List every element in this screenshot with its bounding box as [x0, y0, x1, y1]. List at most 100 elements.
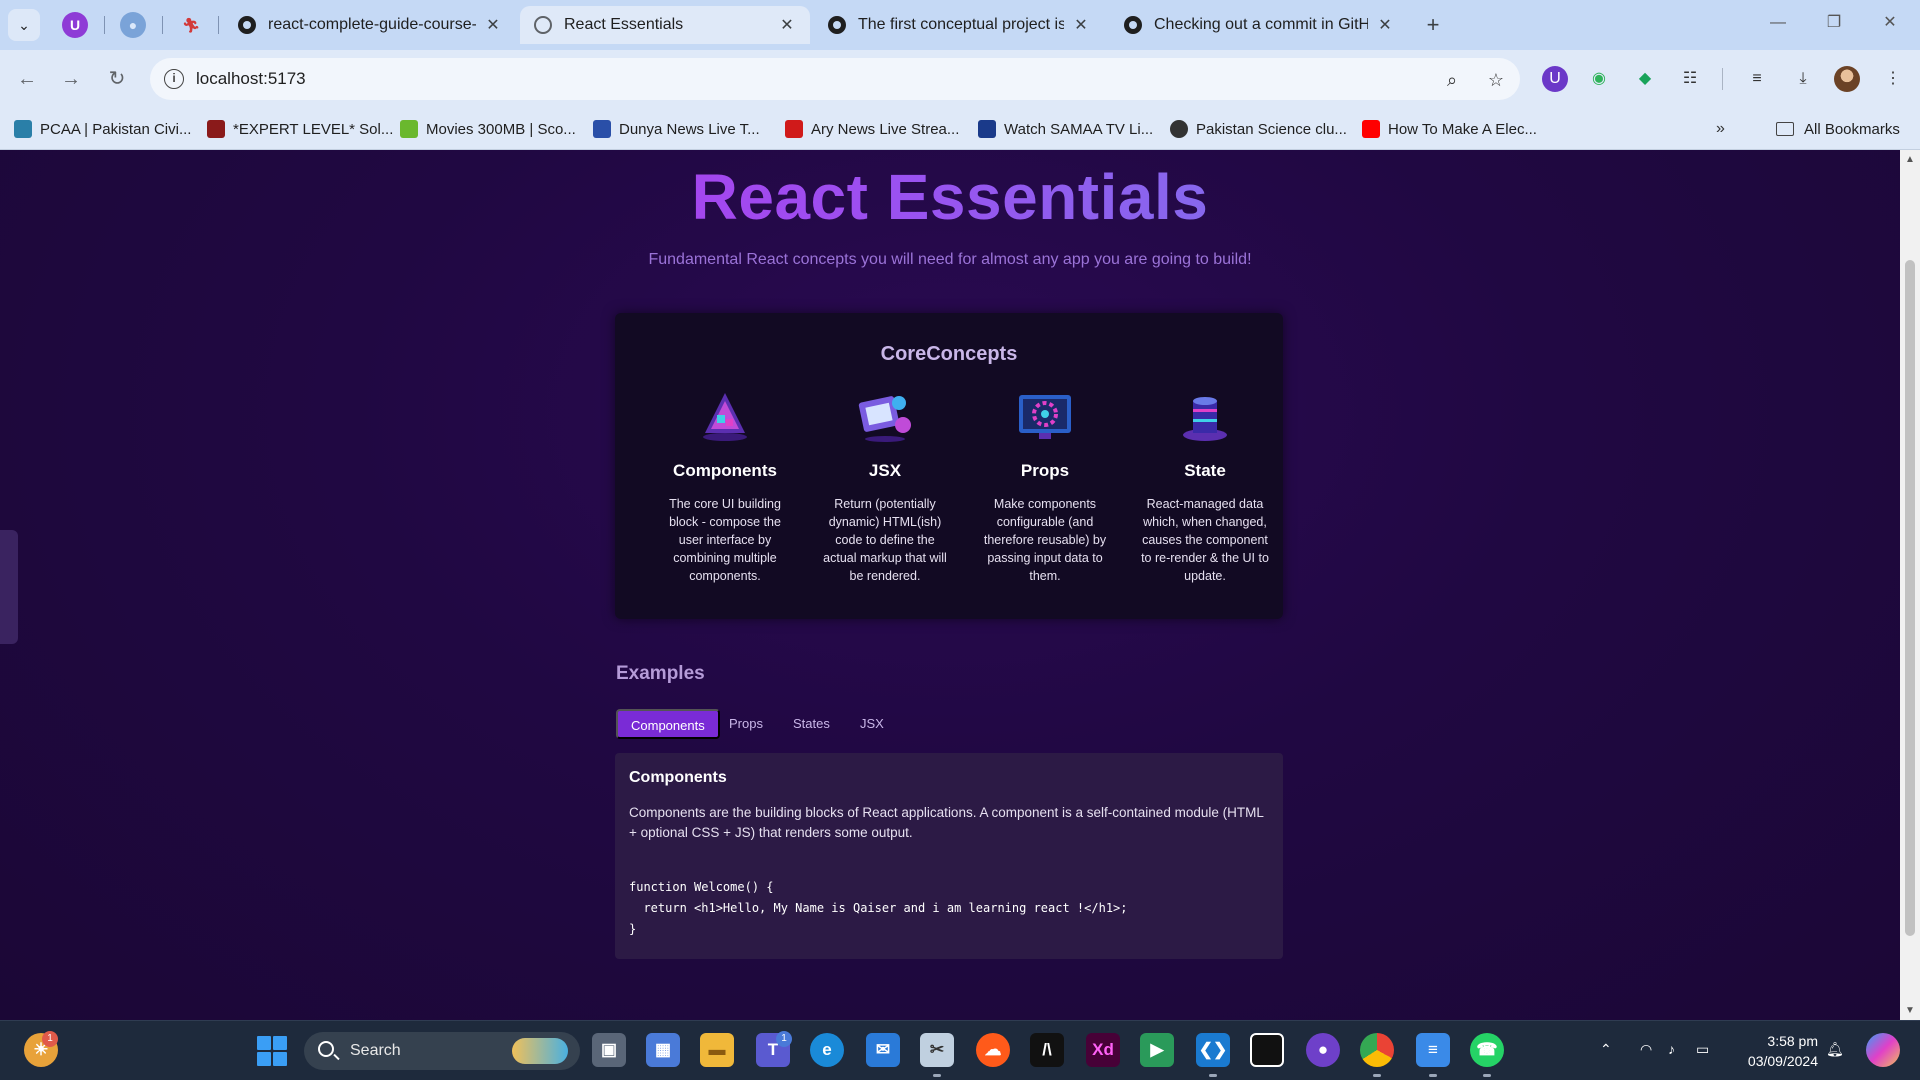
bookmark-movies[interactable]: Movies 300MB | Sco...	[400, 117, 576, 141]
restore-icon[interactable]: ❐	[1814, 8, 1854, 38]
file-explorer-icon[interactable]: ▬	[700, 1033, 734, 1067]
notification-bell-icon[interactable]: 🔔︎	[1826, 1041, 1844, 1058]
tab-separator	[104, 16, 105, 34]
bookmark-how-to-make[interactable]: How To Make A Elec...	[1362, 117, 1537, 141]
page-scrollbar[interactable]: ▲ ▼	[1900, 150, 1920, 1020]
extensions-puzzle-icon[interactable]: ☷	[1677, 66, 1703, 92]
tab-props[interactable]: Props	[716, 709, 776, 739]
microsoft-store-icon[interactable]: ▦	[646, 1033, 680, 1067]
profile-avatar[interactable]	[1834, 66, 1860, 92]
adobe-xd-icon[interactable]: Xd	[1086, 1033, 1120, 1067]
bookmark-ary-news[interactable]: Ary News Live Strea...	[785, 117, 959, 141]
copilot-icon[interactable]	[1866, 1033, 1900, 1067]
app-square-icon[interactable]	[1250, 1033, 1284, 1067]
snipping-tool-icon[interactable]: ✂	[920, 1033, 954, 1067]
ary-news-icon	[785, 120, 803, 138]
tab-react-essentials[interactable]: React Essentials ✕	[520, 6, 810, 44]
page-viewport: React Essentials Fundamental React conce…	[0, 150, 1900, 1020]
bookmark-samaa-tv[interactable]: Watch SAMAA TV Li...	[978, 117, 1153, 141]
concept-description: Return (potentially dynamic) HTML(ish) c…	[823, 497, 947, 583]
github-desktop-icon[interactable]: ●	[1306, 1033, 1340, 1067]
vscode-icon[interactable]: ❮❯	[1196, 1033, 1230, 1067]
all-bookmarks-button[interactable]: All Bookmarks	[1776, 117, 1900, 141]
site-info-icon[interactable]: i	[164, 69, 184, 89]
pcaa-icon	[14, 120, 32, 138]
tab-checking-out-commit[interactable]: Checking out a commit in GitHu ✕	[1110, 6, 1408, 44]
minimize-icon[interactable]: —	[1758, 8, 1798, 38]
mail-icon[interactable]: ✉	[866, 1033, 900, 1067]
tab-states[interactable]: States	[780, 709, 843, 739]
pinned-tab-u-icon[interactable]: U	[62, 12, 88, 38]
scroll-down-arrow-icon[interactable]: ▼	[1900, 1005, 1920, 1016]
more-bookmarks-chevron-icon[interactable]: »	[1716, 120, 1725, 138]
bookmark-label: Dunya News Live T...	[619, 120, 760, 138]
page-subtitle: Fundamental React concepts you will need…	[648, 251, 1252, 268]
system-clock[interactable]: 3:58 pm 03/09/2024	[1738, 1031, 1818, 1071]
task-view-icon[interactable]: ▣	[592, 1033, 626, 1067]
concept-title: State	[1184, 461, 1226, 480]
example-content-panel: Components Components are the building b…	[615, 753, 1283, 959]
pinned-tab-globe-icon[interactable]: ●	[120, 12, 146, 38]
globe-icon	[534, 16, 552, 34]
tab-jsx[interactable]: JSX	[847, 709, 897, 739]
media-queue-icon[interactable]: ≡	[1744, 66, 1770, 92]
url-text[interactable]: localhost:5173	[196, 69, 306, 89]
new-tab-plus-icon[interactable]: +	[1418, 10, 1448, 40]
extension-u-icon[interactable]: U	[1542, 66, 1568, 92]
tab-react-complete-guide[interactable]: react-complete-guide-course-r ✕	[224, 6, 516, 44]
state-illustration	[1175, 389, 1235, 445]
concept-title: Props	[1020, 461, 1070, 480]
bookmark-label: Pakistan Science clu...	[1196, 120, 1347, 138]
widgets-badge: 1	[42, 1031, 58, 1047]
close-icon[interactable]: ✕	[484, 15, 502, 35]
extension-shield-icon[interactable]: ◆	[1632, 66, 1658, 92]
adobe-media-icon[interactable]: /\	[1030, 1033, 1064, 1067]
concept-description: The core UI building block - compose the…	[669, 497, 781, 583]
running-indicator	[1429, 1074, 1437, 1077]
volume-icon[interactable]: ♪	[1668, 1041, 1675, 1057]
taskbar-search-box[interactable]: Search	[304, 1032, 580, 1070]
soundcloud-icon[interactable]: ☁	[976, 1033, 1010, 1067]
page-title: React Essentials	[0, 160, 1900, 234]
browser-menu-icon[interactable]: ⋮	[1880, 66, 1906, 92]
dunya-news-icon	[593, 120, 611, 138]
bookmark-dunya-news[interactable]: Dunya News Live T...	[593, 117, 760, 141]
close-icon[interactable]: ✕	[1072, 15, 1090, 35]
tab-search-chevron-icon[interactable]: ⌄	[8, 9, 40, 41]
tab-first-conceptual-project[interactable]: The first conceptual project is c ✕	[814, 6, 1104, 44]
bookmark-expert-level[interactable]: *EXPERT LEVEL* Sol...	[207, 117, 393, 141]
back-arrow-icon[interactable]: ←	[12, 64, 42, 94]
close-icon[interactable]: ✕	[778, 15, 796, 35]
reload-icon[interactable]: ↻	[102, 64, 132, 94]
running-indicator	[1209, 1074, 1217, 1077]
bookmark-pakistan-science[interactable]: Pakistan Science clu...	[1170, 117, 1347, 141]
close-window-icon[interactable]: ✕	[1870, 8, 1910, 38]
windows-start-icon[interactable]	[257, 1036, 287, 1066]
side-panel-handle[interactable]	[0, 530, 18, 644]
examples-title: Examples	[616, 663, 705, 684]
pinned-tab-figure-icon[interactable]: 🏃︎	[178, 12, 204, 38]
tab-components[interactable]: Components	[616, 709, 720, 739]
edge-icon[interactable]: e	[810, 1033, 844, 1067]
tray-overflow-chevron-icon[interactable]: ⌃	[1600, 1041, 1612, 1058]
google-meet-icon[interactable]: ▶	[1140, 1033, 1174, 1067]
close-icon[interactable]: ✕	[1376, 15, 1394, 35]
scrollbar-thumb[interactable]	[1905, 260, 1915, 936]
bookmark-pcaa[interactable]: PCAA | Pakistan Civi...	[14, 117, 191, 141]
whatsapp-icon[interactable]: ☎	[1470, 1033, 1504, 1067]
battery-icon[interactable]: ▭	[1696, 1041, 1709, 1058]
expert-level-icon	[207, 120, 225, 138]
wifi-icon[interactable]: ◠	[1640, 1041, 1652, 1058]
address-bar[interactable]: i localhost:5173 ⌕ ☆	[150, 58, 1520, 100]
download-icon[interactable]: ⤓	[1790, 66, 1816, 92]
notepad-icon[interactable]: ≡	[1416, 1033, 1450, 1067]
scroll-up-arrow-icon[interactable]: ▲	[1900, 154, 1920, 165]
bookmark-label: How To Make A Elec...	[1388, 120, 1537, 138]
zoom-icon[interactable]: ⌕	[1440, 68, 1464, 92]
extension-eye-icon[interactable]: ◉	[1586, 66, 1612, 92]
bookmark-star-icon[interactable]: ☆	[1484, 68, 1508, 92]
chrome-icon[interactable]	[1360, 1033, 1394, 1067]
concept-title: JSX	[868, 461, 902, 480]
github-icon	[1124, 16, 1142, 34]
forward-arrow-icon[interactable]: →	[56, 64, 86, 94]
